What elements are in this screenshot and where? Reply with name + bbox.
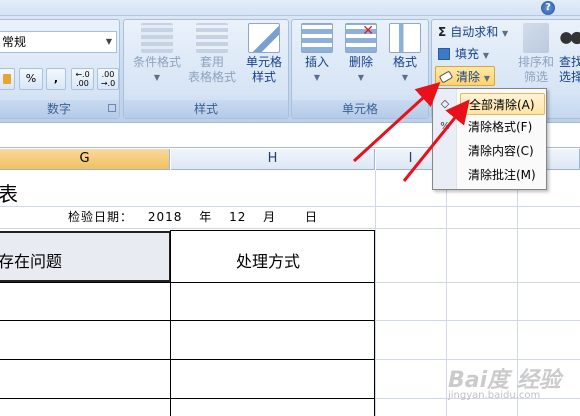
eraser-icon [438,70,454,84]
table-row [0,398,375,399]
column-header-h[interactable]: H [171,149,375,170]
clear-dropdown-menu: ◇ 全部清除(A) % 清除格式(F) 清除内容(C) 清除批注(M) [432,88,547,190]
fill-button[interactable]: 填充 ▼ [438,44,489,64]
sort-filter-label-2: 筛选 [523,70,548,84]
table-border [171,230,375,231]
menu-item-clear-all[interactable]: 全部清除(A) [460,93,545,115]
cells-group: 插入 ▼ ✕ 删除 ▼ 格式 ▼ 单元格 [291,19,429,119]
clear-button[interactable]: 清除 ▼ [435,66,495,86]
number-group-label: 数字 [0,100,119,118]
date-label: 检验日期： [68,210,134,224]
insert-cells-icon [301,23,333,53]
menu-item-clear-formats[interactable]: 清除格式(F) [460,116,545,138]
dialog-launcher-icon[interactable] [108,104,116,112]
autosum-label: 自动求和 [450,25,499,39]
format-as-table-label-2: 表格格式 [187,70,236,84]
delete-label: 删除 [348,55,373,69]
format-cells-icon [389,23,421,53]
format-button[interactable]: 格式 ▼ [384,23,426,85]
table-format-icon [196,23,228,53]
cell-styles-label-2: 样式 [251,70,276,84]
cells-group-label: 单元格 [292,100,428,118]
conditional-format-button[interactable]: 条件格式 ▼ [128,23,186,85]
date-month: 12 [229,210,247,224]
chevron-down-icon: ▼ [153,73,161,82]
chevron-down-icon: ▼ [502,29,509,38]
find-select-label-2: 选择 [558,70,580,84]
clear-label: 清除 [456,70,481,84]
find-select-label-1: 查找 [558,55,580,69]
watermark-url: jingyan.baidu.com [448,390,541,401]
number-group: 常规 ▼ % , ←.0 .00 .00 →.0 数字 [0,19,120,119]
date-month-unit: 月 [263,210,277,224]
table-border [374,230,375,416]
gridline [0,206,580,207]
styles-group-label: 样式 [124,100,288,118]
find-select-button[interactable]: 查找 选择 [558,23,580,85]
table-row [0,320,375,321]
table-row [0,282,375,283]
number-group-title: 数字 [46,102,71,116]
number-format-select[interactable]: 常规 ▼ [0,31,117,53]
help-icon[interactable]: ? [541,1,555,15]
sort-filter-label-1: 排序和 [517,55,554,69]
delete-button[interactable]: ✕ 删除 ▼ [340,23,382,85]
percent-button[interactable]: % [19,68,43,90]
chevron-down-icon: ▼ [313,73,321,82]
chevron-down-icon: ▼ [482,51,489,60]
insert-button[interactable]: 插入 ▼ [296,23,338,85]
insert-label: 插入 [304,55,329,69]
gridline [0,228,580,229]
sigma-icon: Σ [438,25,447,39]
sheet-title: 表 [0,182,18,206]
chevron-down-icon: ▼ [483,74,490,83]
conditional-format-icon [141,23,173,53]
menu-item-clear-comments[interactable]: 清除批注(M) [460,164,545,186]
menu-item-clear-contents[interactable]: 清除内容(C) [460,140,545,162]
conditional-format-label: 条件格式 [132,55,181,69]
format-as-table-button[interactable]: 套用 表格格式 [184,23,240,85]
sort-filter-button[interactable]: 排序和 筛选 [516,23,556,85]
header-problem: 存在问题 [0,252,63,271]
table-row [0,359,375,360]
cell-styles-button[interactable]: 单元格 样式 [240,23,288,85]
format-as-table-label-1: 套用 [199,55,224,69]
chevron-down-icon: ▼ [105,37,113,46]
autosum-button[interactable]: Σ 自动求和 ▼ [438,22,508,42]
cell-styles-label-1: 单元格 [245,55,282,69]
header-handling: 处理方式 [236,252,301,271]
fill-down-icon [438,48,450,60]
increase-decimal-button[interactable]: ←.0 .00 [71,68,94,90]
decrease-decimal-button[interactable]: .00 →.0 [97,68,119,90]
format-label: 格式 [392,55,417,69]
date-year-unit: 年 [199,210,213,224]
date-year: 2018 [147,210,183,224]
cell-styles-icon [248,23,280,53]
ribbon-tab-strip [0,0,580,16]
table-border [170,230,171,416]
fill-label: 填充 [455,47,480,61]
currency-button[interactable] [0,68,15,90]
date-row: 检验日期： 2018 年 12 月 日 [68,208,318,225]
eraser-icon: ◇ [440,97,450,110]
chevron-down-icon: ▼ [357,73,365,82]
number-format-value: 常规 [2,35,27,49]
chevron-down-icon: ▼ [401,73,409,82]
binoculars-icon [559,23,580,53]
delete-cells-icon: ✕ [345,23,377,53]
currency-icon [3,74,11,84]
comma-button[interactable]: , [46,68,66,90]
date-day-unit: 日 [305,210,319,224]
sort-filter-icon [523,23,549,53]
styles-group: 条件格式 ▼ 套用 表格格式 单元格 样式 样式 [123,19,289,119]
format-clear-icon: % [440,121,450,132]
column-header-g[interactable]: G [0,149,170,170]
